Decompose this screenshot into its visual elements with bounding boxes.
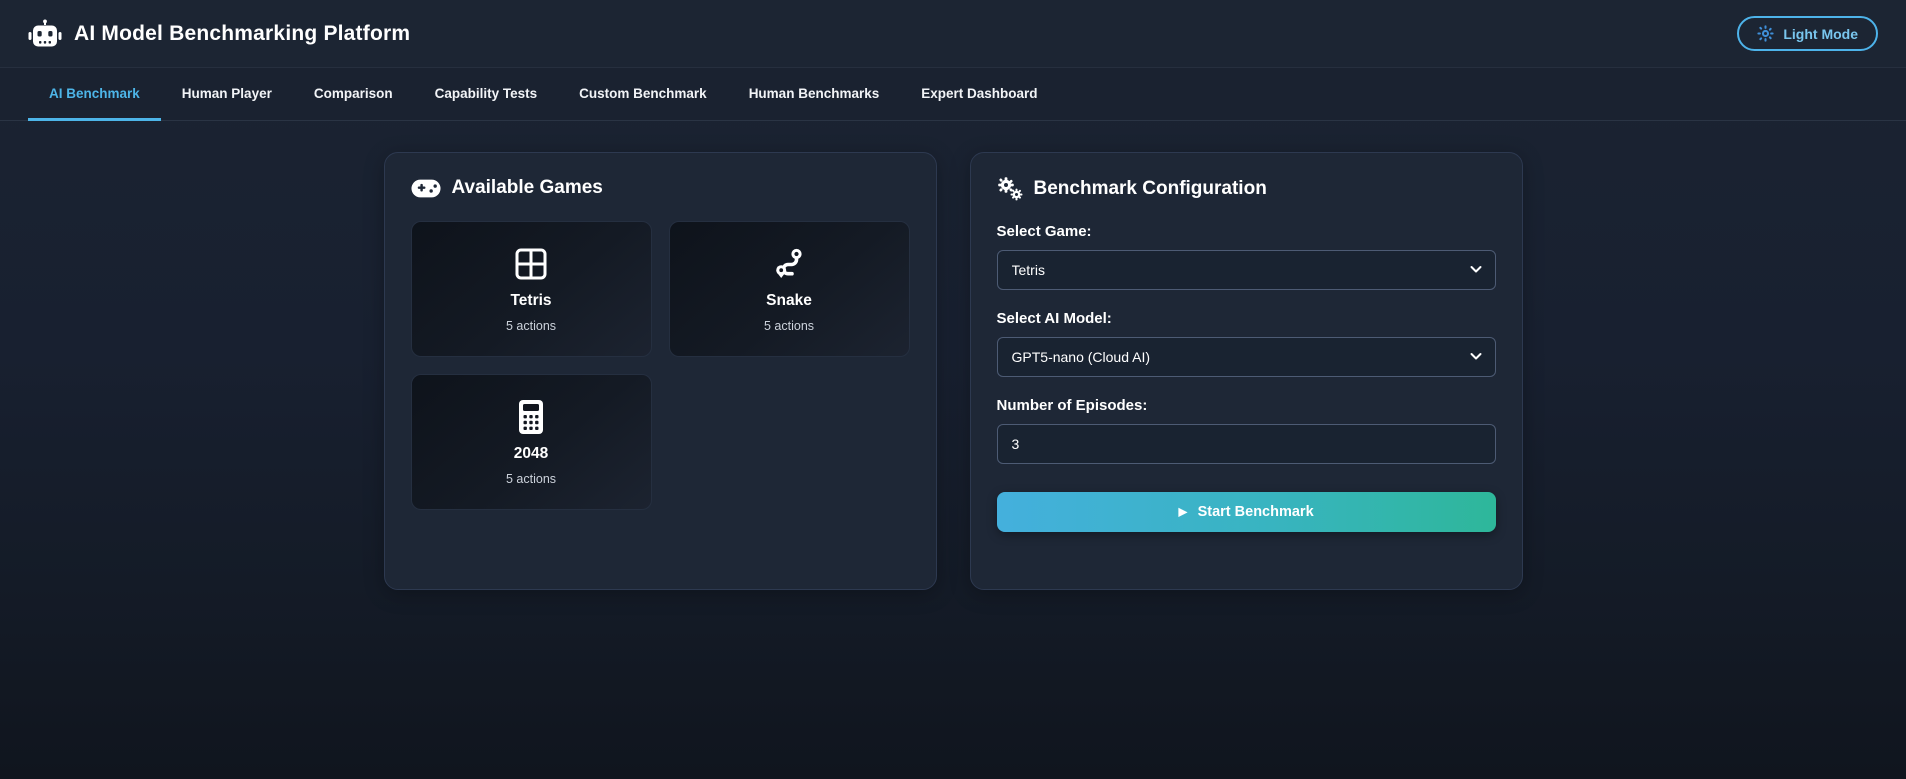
light-mode-button[interactable]: Light Mode <box>1737 16 1878 51</box>
game-actions: 5 actions <box>763 319 815 333</box>
available-games-title: Available Games <box>410 177 910 199</box>
play-icon: ▶ <box>1178 504 1188 519</box>
available-games-title-text: Available Games <box>451 177 603 198</box>
grid-icon <box>514 245 548 283</box>
route-icon <box>771 245 807 283</box>
robot-icon <box>28 19 62 49</box>
game-name: Snake <box>766 292 812 309</box>
game-actions: 5 actions <box>505 472 557 486</box>
gears-icon <box>997 177 1023 201</box>
start-benchmark-label: Start Benchmark <box>1197 504 1314 520</box>
main-content: Available Games Tetris 5 actions Snake 5… <box>0 121 1906 590</box>
game-select-wrap: Tetris <box>996 250 1496 290</box>
benchmark-config-title-text: Benchmark Configuration <box>1033 178 1267 199</box>
episodes-label: Number of Episodes: <box>996 397 1148 414</box>
gear-icon <box>1757 25 1774 42</box>
benchmark-config-title: Benchmark Configuration <box>997 177 1496 201</box>
game-card-snake[interactable]: Snake 5 actions <box>668 221 910 357</box>
model-select-wrap: GPT5-nano (Cloud AI) <box>996 337 1496 377</box>
available-games-panel: Available Games Tetris 5 actions Snake 5… <box>383 152 937 590</box>
select-game-label: Select Game: <box>996 223 1092 240</box>
game-actions: 5 actions <box>505 319 557 333</box>
start-benchmark-button[interactable]: ▶ Start Benchmark <box>996 492 1496 532</box>
game-card-2048[interactable]: 2048 5 actions <box>410 374 652 510</box>
tab-custom-benchmark[interactable]: Custom Benchmark <box>558 68 728 121</box>
game-name: Tetris <box>510 292 552 309</box>
tab-ai-benchmark[interactable]: AI Benchmark <box>28 68 161 121</box>
tab-bar: AI Benchmark Human Player Comparison Cap… <box>0 68 1906 121</box>
tab-capability-tests[interactable]: Capability Tests <box>414 68 559 121</box>
game-name: 2048 <box>513 445 549 462</box>
episodes-input[interactable] <box>996 424 1496 464</box>
select-model-label: Select AI Model: <box>996 310 1112 327</box>
benchmark-config-panel: Benchmark Configuration Select Game: Tet… <box>969 152 1523 590</box>
tab-human-benchmarks[interactable]: Human Benchmarks <box>728 68 901 121</box>
model-select[interactable]: GPT5-nano (Cloud AI) <box>996 337 1496 377</box>
tab-comparison[interactable]: Comparison <box>293 68 414 121</box>
games-grid: Tetris 5 actions Snake 5 actions 2048 5 … <box>410 221 910 510</box>
tab-human-player[interactable]: Human Player <box>161 68 293 121</box>
game-select[interactable]: Tetris <box>996 250 1496 290</box>
app-header: AI Model Benchmarking Platform Light Mod… <box>0 0 1906 68</box>
light-mode-label: Light Mode <box>1783 25 1858 42</box>
page-title: AI Model Benchmarking Platform <box>74 21 411 45</box>
game-card-tetris[interactable]: Tetris 5 actions <box>410 221 652 357</box>
tab-expert-dashboard[interactable]: Expert Dashboard <box>900 68 1058 121</box>
calculator-icon <box>517 398 545 436</box>
gamepad-icon <box>410 179 441 198</box>
brand: AI Model Benchmarking Platform <box>28 19 410 49</box>
